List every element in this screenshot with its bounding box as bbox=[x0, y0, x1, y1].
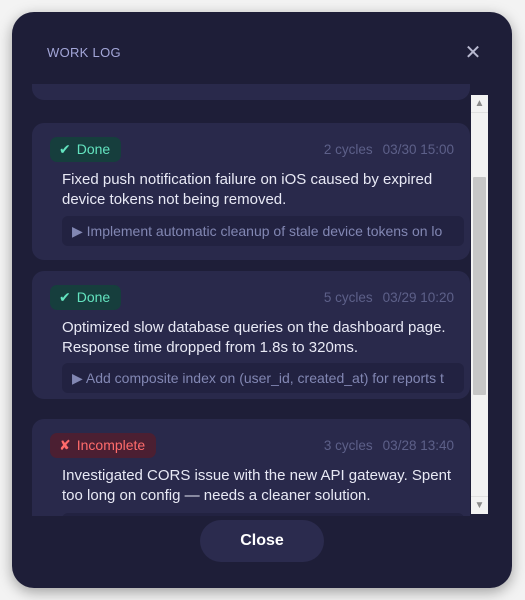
work-log-dialog: WORK LOG ✕ ✔ Done 2 cycles 03/30 15:00 Fix… bbox=[12, 12, 512, 588]
log-card: ✘ Incomplete 3 cycles 03/28 13:40 Investig… bbox=[32, 419, 470, 516]
entry-description: Optimized slow database queries on the d… bbox=[62, 319, 446, 356]
scrollbar[interactable]: ▲ ▼ bbox=[471, 95, 488, 514]
scrollbar-thumb[interactable] bbox=[473, 177, 486, 395]
entry-description: Fixed push notification failure on iOS c… bbox=[62, 171, 433, 208]
status-label: Done bbox=[76, 289, 111, 305]
entry-meta: 5 cycles 03/29 10:20 bbox=[324, 290, 454, 305]
entry-meta: 2 cycles 03/30 15:00 bbox=[324, 142, 454, 157]
status-badge-done: ✔ Done bbox=[50, 137, 122, 162]
check-icon: ✔ bbox=[59, 141, 71, 157]
log-list[interactable]: ✔ Done 2 cycles 03/30 15:00 Fixed push not… bbox=[20, 84, 470, 516]
log-card: ✔ Done 2 cycles 03/30 15:00 Fixed push not… bbox=[32, 123, 470, 260]
status-badge-incomplete: ✘ Incomplete bbox=[50, 433, 157, 458]
scroll-up-icon[interactable]: ▲ bbox=[471, 95, 488, 113]
status-label: Incomplete bbox=[76, 437, 146, 453]
check-icon: ✔ bbox=[59, 289, 71, 305]
cycle-count: 2 cycles bbox=[323, 142, 373, 157]
log-card-partial bbox=[32, 84, 470, 100]
cross-icon: ✘ bbox=[59, 437, 71, 453]
log-card: ✔ Done 5 cycles 03/29 10:20 Optimized slow… bbox=[32, 271, 470, 399]
entry-note-toggle[interactable]: ▶ Add composite index on (user_id, creat… bbox=[62, 363, 464, 393]
status-badge-done: ✔ Done bbox=[50, 285, 122, 310]
cycle-count: 3 cycles bbox=[323, 438, 373, 453]
entry-meta: 3 cycles 03/28 13:40 bbox=[324, 438, 454, 453]
entry-description: Investigated CORS issue with the new API… bbox=[62, 467, 452, 504]
dialog-title: WORK LOG bbox=[47, 45, 121, 60]
timestamp: 03/28 13:40 bbox=[382, 438, 454, 453]
timestamp: 03/30 15:00 bbox=[382, 142, 454, 157]
close-icon[interactable]: ✕ bbox=[462, 42, 484, 64]
timestamp: 03/29 10:20 bbox=[382, 290, 454, 305]
entry-note-toggle[interactable] bbox=[62, 513, 464, 516]
close-button[interactable]: Close bbox=[200, 520, 324, 562]
scroll-down-icon[interactable]: ▼ bbox=[471, 496, 488, 514]
entry-note-toggle[interactable]: ▶ Implement automatic cleanup of stale d… bbox=[62, 216, 464, 246]
cycle-count: 5 cycles bbox=[323, 290, 373, 305]
status-label: Done bbox=[76, 141, 111, 157]
